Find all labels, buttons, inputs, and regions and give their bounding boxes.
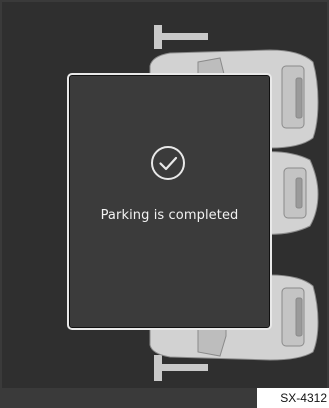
- figure-code: SX-4312: [257, 388, 329, 408]
- parking-complete-popup: Parking is completed: [67, 73, 272, 330]
- checkmark-circle-icon: [151, 146, 185, 180]
- popup-message: Parking is completed: [100, 208, 239, 223]
- parking-display-screen: Parking is completed: [0, 0, 329, 408]
